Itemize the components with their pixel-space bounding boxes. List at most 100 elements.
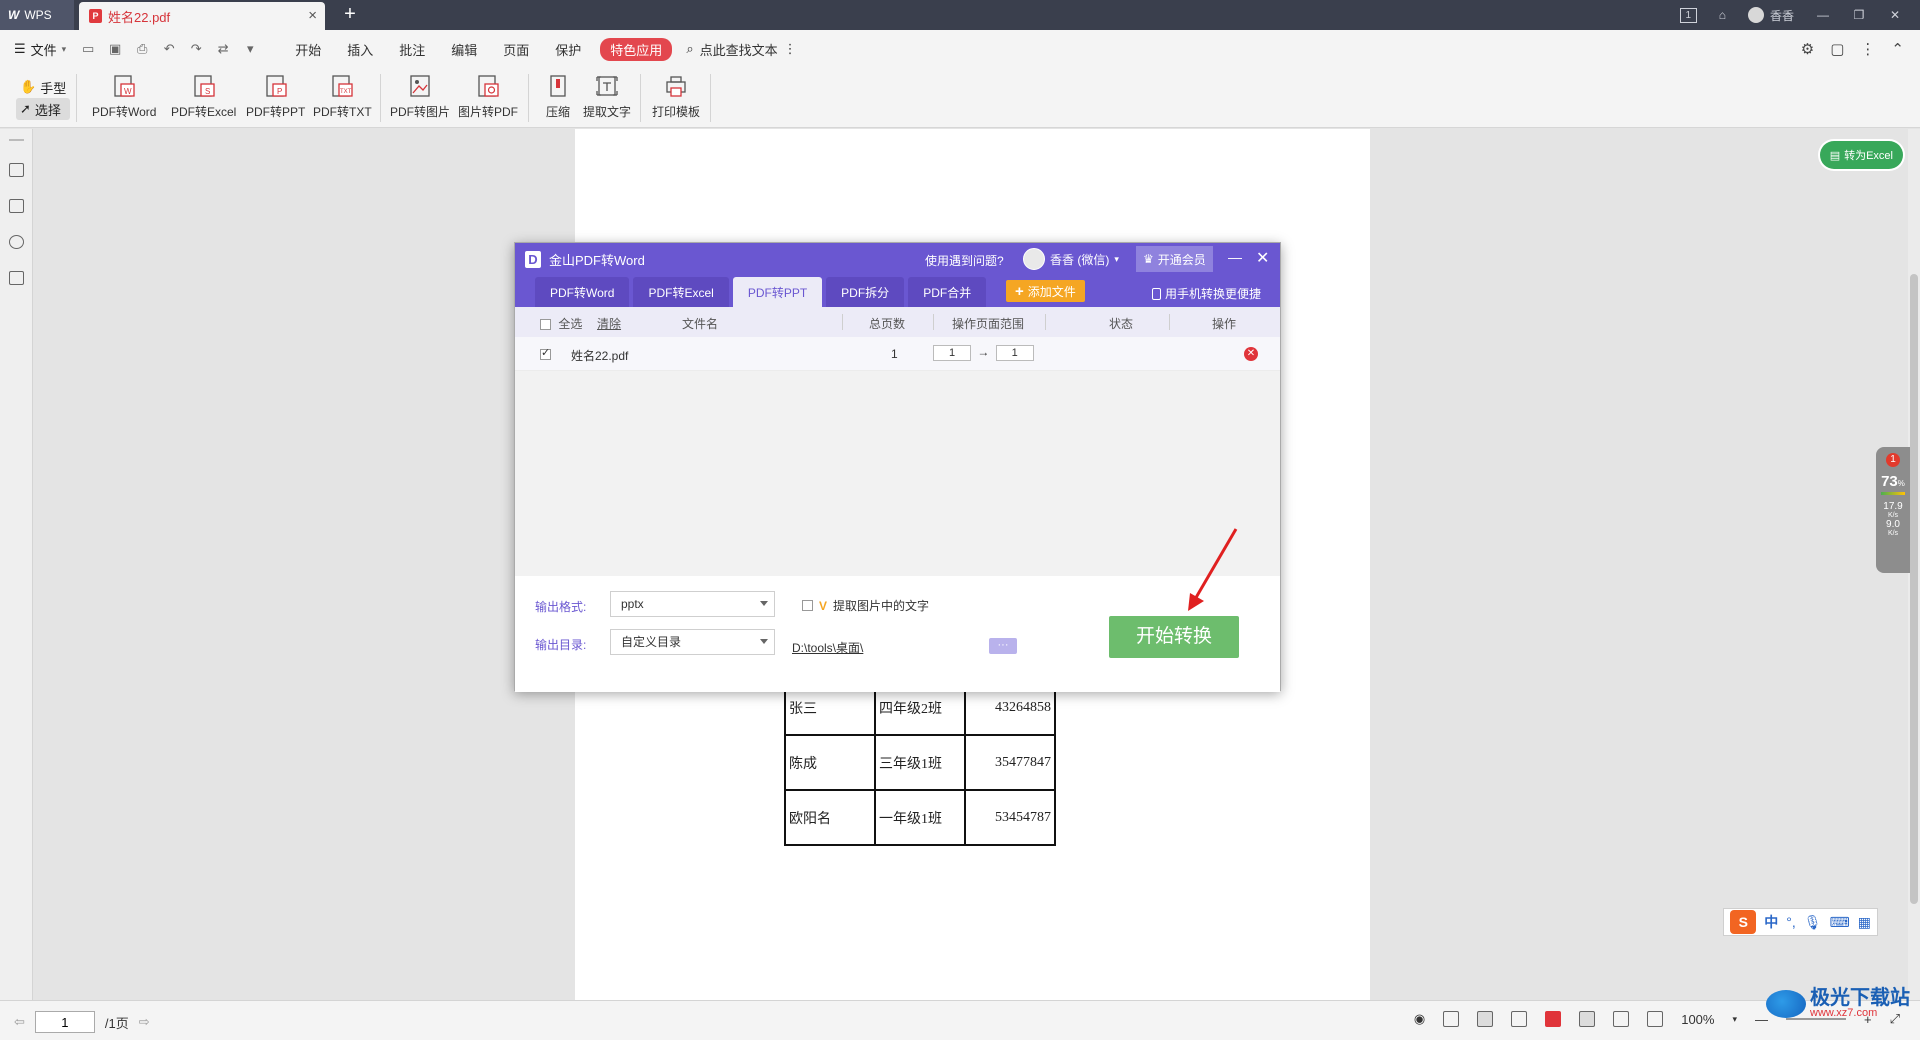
ime-punctuation[interactable]: °,	[1786, 914, 1796, 930]
dialog-close-icon[interactable]: ✕	[1256, 248, 1269, 268]
skin-grid-icon[interactable]: ▦	[1858, 914, 1871, 931]
dialog-minimize-icon[interactable]: —	[1228, 249, 1242, 265]
zoom-level[interactable]: 100%	[1681, 1012, 1714, 1027]
open-vip-button[interactable]: ♛ 开通会员	[1136, 246, 1213, 272]
tab-special-apps[interactable]: 特色应用	[600, 37, 673, 61]
tab-page[interactable]: 页面	[490, 40, 542, 59]
mobile-convert-link[interactable]: 用手机转换更便捷	[1152, 285, 1261, 302]
output-dir-select[interactable]: 自定义目录	[610, 629, 775, 655]
book-view-icon[interactable]	[1511, 1011, 1528, 1027]
tab-annotate[interactable]: 批注	[386, 40, 438, 59]
select-tool-button[interactable]: ➚ 选择	[16, 98, 71, 120]
document-tab[interactable]: P 姓名22.pdf ×	[79, 2, 325, 30]
tab-protect[interactable]: 保护	[542, 40, 594, 59]
delete-file-icon[interactable]: ✕	[1244, 347, 1258, 361]
file-list-row[interactable]: 姓名22.pdf 1 1 → 1 ✕	[515, 337, 1280, 371]
select-all-checkbox[interactable]	[540, 319, 551, 331]
pdf-to-image-button[interactable]: PDF转图片	[390, 74, 450, 120]
tab-pdf-split[interactable]: PDF拆分	[826, 277, 905, 307]
image-to-pdf-button[interactable]: 图片转PDF	[458, 74, 518, 120]
add-file-button[interactable]: + 添加文件	[1006, 280, 1085, 302]
next-page-icon[interactable]: ⇨	[139, 1014, 150, 1030]
select-all-control[interactable]: 全选	[540, 315, 582, 332]
open-folder-icon[interactable]: ▭	[80, 41, 96, 57]
settings-icon[interactable]: ⚙	[1801, 40, 1814, 58]
scrollbar-thumb[interactable]	[1910, 274, 1918, 904]
start-convert-button[interactable]: 开始转换	[1109, 616, 1239, 658]
skin-icon[interactable]: ⌂	[1719, 8, 1726, 22]
extract-image-text-option[interactable]: V 提取图片中的文字	[802, 597, 929, 614]
tab-pdf-merge[interactable]: PDF合并	[908, 277, 987, 307]
fit-page-icon[interactable]	[1613, 1011, 1630, 1027]
row-checkbox-cell[interactable]	[540, 346, 551, 361]
output-path-link[interactable]: D:\tools\桌面\	[792, 639, 863, 656]
tab-pdf-to-word[interactable]: PDF转Word	[535, 277, 630, 307]
outline-icon[interactable]	[9, 163, 24, 177]
output-format-select[interactable]: pptx	[610, 591, 775, 617]
undo-icon[interactable]: ↶	[161, 41, 177, 57]
extract-text-button[interactable]: 提取文字	[583, 74, 631, 120]
play-icon[interactable]	[1545, 1011, 1562, 1027]
fit-width-icon[interactable]	[1579, 1011, 1596, 1027]
range-to-input[interactable]: 1	[995, 345, 1034, 361]
hand-tool-button[interactable]: ✋ 手型	[16, 76, 70, 98]
single-page-icon[interactable]	[1477, 1011, 1494, 1027]
zoom-dropdown-icon[interactable]: ▾	[1732, 1014, 1737, 1025]
pdf-to-word-button[interactable]: W PDF转Word	[92, 74, 156, 120]
print-template-button[interactable]: 打印模板	[652, 74, 700, 120]
save-icon[interactable]: ▣	[107, 41, 123, 57]
pdf-to-ppt-label: PDF转PPT	[246, 105, 306, 119]
tab-edit[interactable]: 编辑	[438, 40, 490, 59]
ime-language[interactable]: 中	[1764, 912, 1778, 932]
clear-link[interactable]: 清除	[597, 315, 621, 332]
tab-pdf-to-ppt[interactable]: PDF转PPT	[732, 277, 823, 307]
file-menu[interactable]: ☰ 文件 ▾	[14, 40, 66, 59]
redo-icon[interactable]: ↷	[188, 41, 204, 57]
tab-start[interactable]: 开始	[282, 40, 334, 59]
window-count-badge[interactable]: 1	[1679, 7, 1697, 23]
browse-button[interactable]: ···	[989, 638, 1017, 654]
document-tab-label: 姓名22.pdf	[108, 9, 171, 25]
table-cell: 一年级1班	[874, 789, 966, 846]
pdf-to-txt-button[interactable]: TXT PDF转TXT	[313, 74, 372, 120]
row-checkbox[interactable]	[540, 346, 551, 361]
table-cell: 陈成	[784, 734, 876, 791]
microphone-icon[interactable]: 🎙	[1804, 914, 1822, 931]
comment-icon[interactable]: ▢	[1830, 40, 1844, 58]
eye-icon[interactable]: ◉	[1414, 1011, 1425, 1027]
annotation-icon[interactable]	[9, 235, 24, 249]
new-tab-button[interactable]: +	[340, 3, 360, 26]
range-from-input[interactable]: 1	[933, 345, 971, 361]
compress-button[interactable]: 压缩	[546, 74, 570, 120]
attachment-icon[interactable]	[9, 271, 24, 285]
thumbnail-icon[interactable]	[9, 199, 24, 213]
network-monitor-widget[interactable]: 1 73% 17.9 K/s 9.0 K/s	[1876, 447, 1910, 573]
dual-page-icon[interactable]	[1443, 1011, 1460, 1027]
wps-home-tab[interactable]: W WPS	[0, 0, 74, 30]
help-link[interactable]: 使用遇到问题?	[925, 252, 1004, 269]
more-dropdown-icon[interactable]: ▾	[242, 41, 258, 57]
convert-icon[interactable]: ⇄	[215, 41, 231, 57]
pdf-to-excel-button[interactable]: S PDF转Excel	[171, 74, 236, 120]
ime-toolbar[interactable]: S 中 °, 🎙 ⌨ ▦	[1723, 908, 1878, 936]
collapse-ribbon-icon[interactable]: ⌃	[1891, 40, 1904, 58]
prev-page-icon[interactable]: ⇦	[14, 1014, 25, 1030]
extract-text-checkbox[interactable]	[802, 600, 813, 611]
find-text-search[interactable]: ⌕ 点此查找文本 ⋮	[686, 40, 796, 59]
tab-pdf-to-excel[interactable]: PDF转Excel	[633, 277, 729, 307]
page-number-input[interactable]	[34, 1011, 95, 1033]
print-icon[interactable]: ⎙	[134, 41, 150, 57]
restore-icon[interactable]: ❐	[1852, 8, 1866, 22]
close-window-icon[interactable]: ✕	[1888, 8, 1902, 22]
more-vertical-icon[interactable]: ⋮	[1860, 40, 1875, 58]
convert-to-excel-button[interactable]: ▤ 转为Excel	[1819, 141, 1903, 169]
title-bar: W WPS P 姓名22.pdf × + 1 ⌂ 香香 — ❐ ✕	[0, 0, 1920, 30]
tab-insert[interactable]: 插入	[334, 40, 386, 59]
dialog-user-menu[interactable]: 香香 (微信) ▾	[1023, 248, 1119, 270]
close-tab-icon[interactable]: ×	[308, 7, 317, 24]
user-account[interactable]: 香香	[1747, 7, 1794, 24]
actual-size-icon[interactable]	[1647, 1011, 1664, 1027]
minimize-icon[interactable]: —	[1816, 8, 1830, 22]
keyboard-icon[interactable]: ⌨	[1830, 914, 1850, 931]
pdf-to-ppt-button[interactable]: P PDF转PPT	[246, 74, 305, 120]
